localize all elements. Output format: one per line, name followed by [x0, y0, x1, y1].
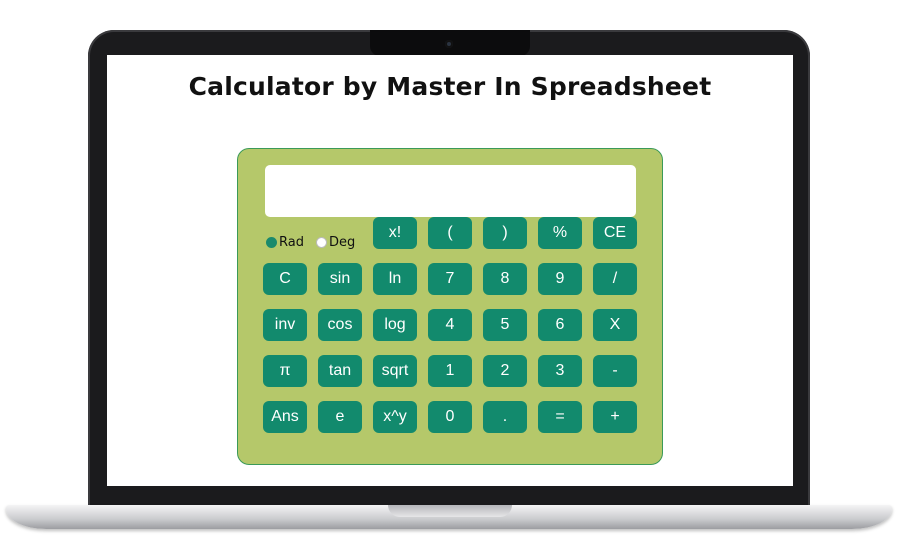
- radio-rad[interactable]: Rad: [266, 235, 304, 250]
- radio-rad-indicator: [266, 236, 277, 248]
- calculator-panel: Rad Deg x! ()% CE Csin ln 7 8 9 / inv cos log 4 5 6 Xπ t…: [237, 148, 663, 465]
- key-digit-9[interactable]: 9: [538, 263, 582, 295]
- laptop-screen: Calculator by Master In Spreadsheet Rad …: [107, 55, 793, 486]
- key-clear[interactable]: C: [263, 263, 307, 295]
- key-multiply[interactable]: X: [593, 309, 637, 341]
- key-decimal[interactable]: .: [483, 401, 527, 433]
- key-euler[interactable]: e: [318, 401, 362, 433]
- key-digit-5[interactable]: 5: [483, 309, 527, 341]
- key-divide[interactable]: /: [593, 263, 637, 295]
- radio-deg[interactable]: Deg: [315, 234, 356, 250]
- key-digit-4[interactable]: 4: [428, 309, 472, 341]
- calculator-display[interactable]: [265, 165, 636, 217]
- key-clear-entry[interactable]: CE: [593, 217, 637, 249]
- key-digit-3[interactable]: 3: [538, 355, 582, 387]
- key-digit-8[interactable]: 8: [483, 263, 527, 295]
- key-subtract[interactable]: -: [593, 355, 637, 387]
- key-digit-6[interactable]: 6: [538, 309, 582, 341]
- key-digit-2[interactable]: 2: [483, 355, 527, 387]
- key-digit-7[interactable]: 7: [428, 263, 472, 295]
- key-log[interactable]: log: [373, 309, 417, 341]
- key-factorial[interactable]: x!: [373, 217, 417, 249]
- key-digit-1[interactable]: 1: [428, 355, 472, 387]
- key-power[interactable]: x^y: [373, 401, 417, 433]
- key-add[interactable]: +: [593, 401, 637, 433]
- key-cos[interactable]: cos: [318, 309, 362, 341]
- key-answer[interactable]: Ans: [263, 401, 307, 433]
- radio-rad-label: Rad: [279, 234, 304, 250]
- key-percent[interactable]: %: [538, 217, 582, 249]
- laptop-hinge: [388, 505, 512, 517]
- radio-deg-label: Deg: [328, 234, 356, 250]
- key-close-paren[interactable]: ): [483, 217, 527, 249]
- key-pi[interactable]: π: [263, 355, 307, 387]
- page-title: Calculator by Master In Spreadsheet: [188, 72, 712, 101]
- key-equals[interactable]: =: [538, 401, 582, 433]
- radio-deg-indicator: [315, 236, 327, 248]
- key-ln[interactable]: ln: [373, 263, 417, 295]
- key-sin[interactable]: sin: [318, 263, 362, 295]
- key-tan[interactable]: tan: [318, 355, 362, 387]
- key-open-paren[interactable]: (: [428, 217, 472, 249]
- angle-mode-group: Rad Deg: [266, 233, 355, 251]
- key-digit-0[interactable]: 0: [428, 401, 472, 433]
- key-sqrt[interactable]: sqrt: [373, 355, 417, 387]
- webcam-icon: [445, 40, 453, 48]
- key-inverse[interactable]: inv: [263, 309, 307, 341]
